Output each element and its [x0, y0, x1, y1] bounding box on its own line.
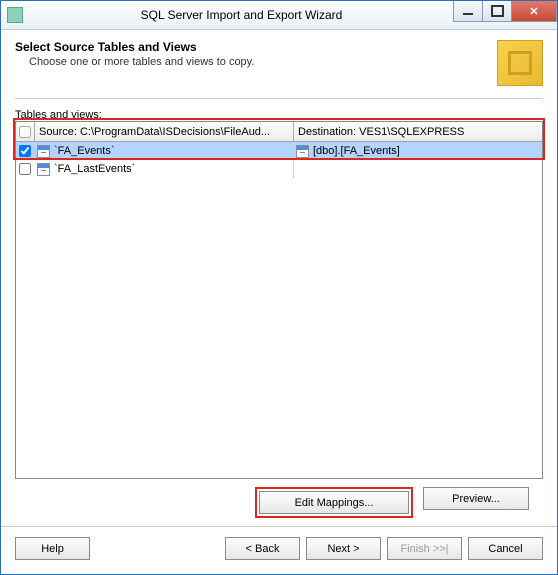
next-button[interactable]: Next > — [306, 537, 381, 560]
page-subtitle: Choose one or more tables and views to c… — [29, 56, 497, 68]
grid-buttons: Edit Mappings... Preview... — [15, 479, 543, 526]
tables-grid: Source: C:\ProgramData\ISDecisions\FileA… — [15, 121, 543, 479]
table-row[interactable]: `FA_Events` [dbo].[FA_Events] — [16, 142, 542, 160]
table-row[interactable]: `FA_LastEvents` — [16, 160, 542, 178]
close-button[interactable] — [511, 1, 557, 22]
titlebar[interactable]: SQL Server Import and Export Wizard — [1, 1, 557, 30]
finish-button: Finish >>| — [387, 537, 462, 560]
wizard-icon — [497, 40, 543, 86]
header-destination[interactable]: Destination: VES1\SQLEXPRESS — [294, 122, 542, 141]
row-checkbox[interactable] — [19, 145, 31, 157]
wizard-footer: Help < Back Next > Finish >>| Cancel — [1, 527, 557, 574]
tables-label: Tables and views: — [15, 109, 543, 121]
edit-mappings-highlight: Edit Mappings... — [255, 487, 413, 518]
minimize-button[interactable] — [453, 1, 483, 22]
back-button[interactable]: < Back — [225, 537, 300, 560]
window-buttons — [454, 1, 557, 29]
cancel-button[interactable]: Cancel — [468, 537, 543, 560]
grid-body: `FA_Events` [dbo].[FA_Events] `FA_LastEv… — [16, 142, 542, 478]
maximize-button[interactable] — [482, 1, 512, 22]
help-button[interactable]: Help — [15, 537, 90, 560]
row-dest: [dbo].[FA_Events] — [313, 145, 400, 157]
column-headers: Source: C:\ProgramData\ISDecisions\FileA… — [16, 122, 542, 142]
preview-button[interactable]: Preview... — [423, 487, 529, 510]
window-frame: SQL Server Import and Export Wizard Sele… — [0, 0, 558, 575]
window-title: SQL Server Import and Export Wizard — [29, 8, 454, 22]
table-icon — [37, 163, 50, 176]
check-all-checkbox[interactable] — [19, 126, 31, 138]
edit-mappings-button[interactable]: Edit Mappings... — [259, 491, 409, 514]
main-area: Tables and views: Source: C:\ProgramData… — [1, 99, 557, 526]
page-title: Select Source Tables and Views — [15, 40, 497, 54]
header-check-all[interactable] — [16, 122, 35, 141]
header-source[interactable]: Source: C:\ProgramData\ISDecisions\FileA… — [35, 122, 294, 141]
content-area: Select Source Tables and Views Choose on… — [1, 30, 557, 574]
app-icon — [7, 7, 23, 23]
row-source: `FA_LastEvents` — [54, 163, 135, 175]
table-icon — [37, 145, 50, 158]
row-source: `FA_Events` — [54, 145, 115, 157]
wizard-header: Select Source Tables and Views Choose on… — [1, 30, 557, 92]
row-checkbox[interactable] — [19, 163, 31, 175]
table-icon — [296, 145, 309, 158]
